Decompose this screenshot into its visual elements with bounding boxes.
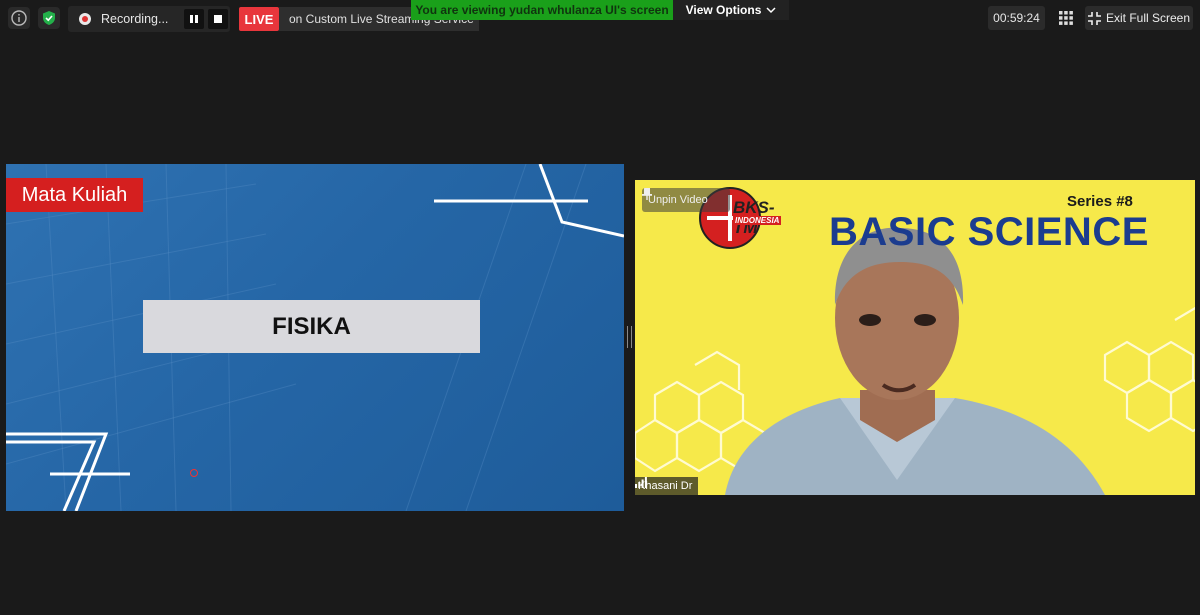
split-divider-handle[interactable] bbox=[627, 326, 632, 348]
pause-recording-button[interactable] bbox=[184, 9, 204, 29]
viewing-screen-banner: You are viewing yudan whulanza UI's scre… bbox=[411, 0, 673, 20]
pin-icon bbox=[642, 188, 652, 200]
exit-full-screen-button[interactable]: Exit Full Screen bbox=[1085, 6, 1193, 30]
meeting-timer: 00:59:24 bbox=[988, 6, 1045, 30]
record-icon bbox=[79, 13, 91, 25]
stop-icon bbox=[214, 15, 222, 23]
recording-label: Recording... bbox=[101, 12, 169, 26]
view-options-button[interactable]: View Options bbox=[673, 0, 789, 20]
participant-name-tag: Khasani Dr bbox=[635, 477, 699, 495]
banner-title: BASIC SCIENCE bbox=[829, 210, 1149, 254]
live-badge[interactable]: LIVE bbox=[239, 7, 279, 31]
unpin-video-label: Unpin Video bbox=[648, 194, 708, 206]
shared-screen: Mata Kuliah FISIKA bbox=[6, 164, 624, 511]
unpin-video-button[interactable]: Unpin Video bbox=[642, 188, 730, 212]
recording-indicator: Recording... bbox=[68, 6, 230, 32]
signal-strength-icon bbox=[635, 477, 647, 488]
annotation-cursor bbox=[190, 469, 198, 477]
exit-fullscreen-icon bbox=[1087, 11, 1101, 25]
exit-full-screen-label: Exit Full Screen bbox=[1105, 11, 1191, 25]
pause-icon bbox=[190, 15, 198, 23]
logo-subtext: INDONESIA bbox=[733, 216, 782, 225]
chevron-down-icon bbox=[766, 7, 776, 14]
subject-title: FISIKA bbox=[143, 300, 480, 353]
course-label: Mata Kuliah bbox=[6, 178, 143, 212]
gallery-view-button[interactable] bbox=[1054, 6, 1078, 30]
participant-video[interactable]: BKS-TM INDONESIA Series #8 BASIC SCIENCE… bbox=[635, 180, 1195, 495]
grid-icon bbox=[1059, 11, 1073, 25]
info-icon[interactable] bbox=[8, 7, 30, 29]
view-options-label: View Options bbox=[685, 3, 762, 17]
series-label: Series #8 bbox=[1067, 193, 1133, 210]
shield-icon[interactable] bbox=[38, 7, 60, 29]
stop-recording-button[interactable] bbox=[208, 9, 228, 29]
